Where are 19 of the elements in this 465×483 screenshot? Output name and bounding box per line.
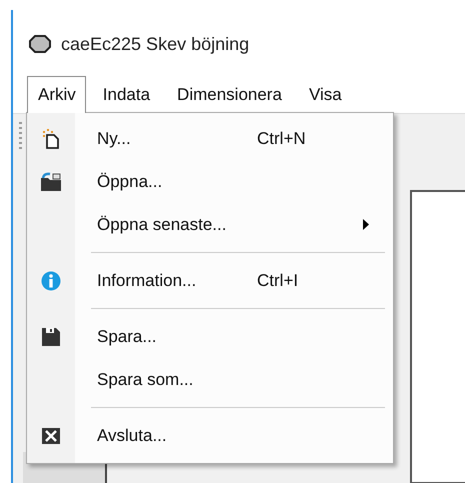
menu-bar-item[interactable]: Arkiv <box>27 76 86 113</box>
toolbar-grip[interactable] <box>19 122 22 150</box>
close-icon <box>42 428 60 444</box>
menu-item[interactable]: Information... Ctrl+I <box>27 259 393 302</box>
menu-item[interactable]: Spara... <box>27 315 393 358</box>
menu-item[interactable]: Spara som... <box>27 358 393 401</box>
menu-bar-item[interactable]: Indata <box>92 76 160 113</box>
window-title: caeEc225 Skev böjning <box>61 34 250 54</box>
menu-bar-item[interactable]: Visa <box>298 76 352 113</box>
menu-item[interactable]: Avsluta... <box>27 414 393 457</box>
menu-item[interactable]: Ny... Ctrl+N <box>27 117 393 160</box>
save-icon <box>42 328 60 346</box>
new-document-icon <box>42 128 60 148</box>
app-icon <box>29 35 51 53</box>
menu-item[interactable]: Öppna... <box>27 160 393 203</box>
info-icon <box>41 270 61 290</box>
folder-icon <box>40 172 62 192</box>
menu-bar-item[interactable]: Dimensionera <box>166 76 292 113</box>
menu-item[interactable]: Öppna senaste... <box>27 203 393 246</box>
